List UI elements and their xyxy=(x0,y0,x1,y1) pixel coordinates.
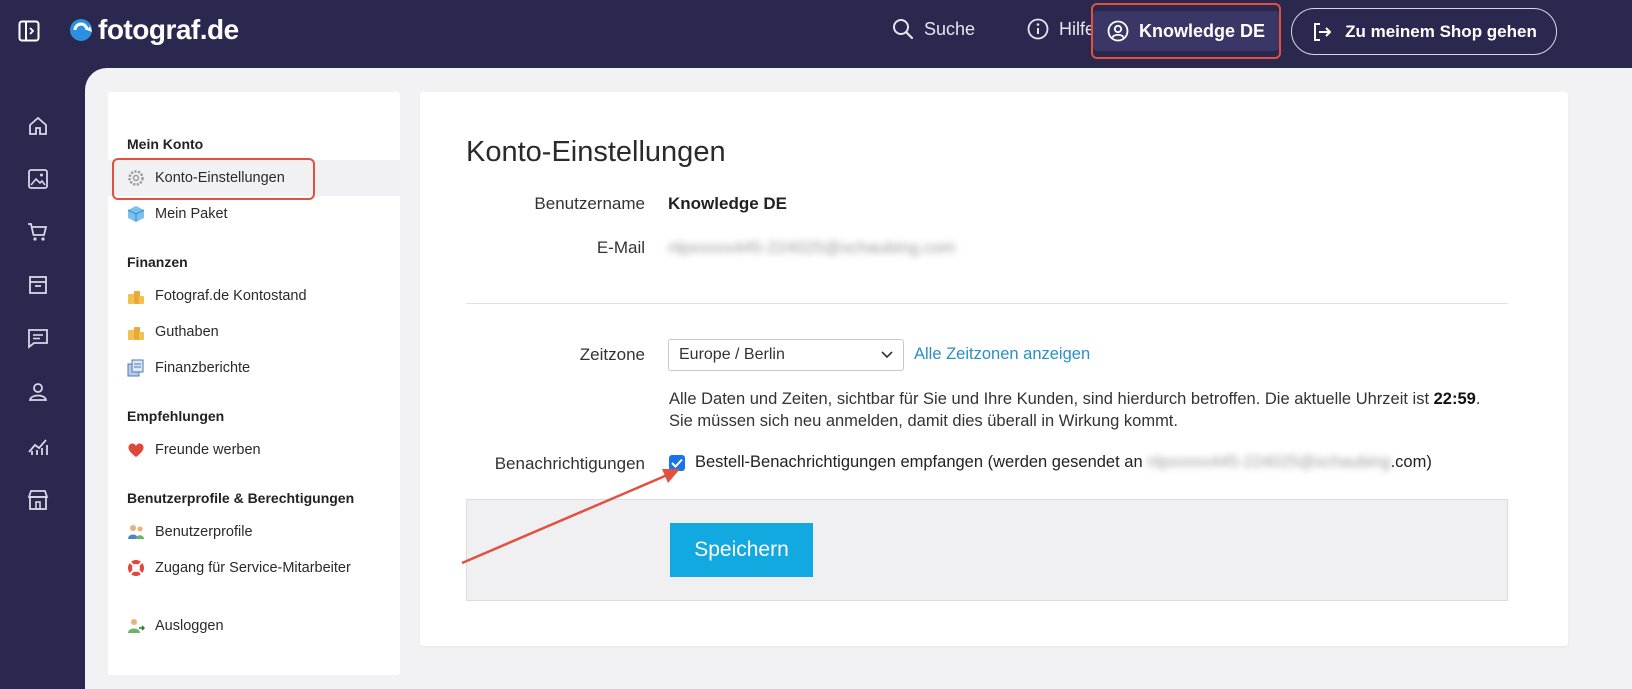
section-finanzen: Finanzen Fotograf.de Kontostand Guthaben xyxy=(108,254,400,386)
section-title: Mein Konto xyxy=(127,136,204,152)
divider xyxy=(466,303,1508,304)
help-button[interactable]: Hilfe xyxy=(1027,18,1095,40)
timezone-select-value: Europe / Berlin xyxy=(679,346,785,363)
timezone-select[interactable]: Europe / Berlin xyxy=(668,339,904,371)
person-icon[interactable] xyxy=(26,380,50,404)
sidebar-item-konto-einstellungen[interactable]: Konto-Einstellungen xyxy=(108,158,400,200)
sidebar-item-label: Finanzberichte xyxy=(155,360,251,376)
section-benutzerprofile: Benutzerprofile & Berechtigungen Benutze… xyxy=(108,490,400,586)
form-actions: Speichern xyxy=(466,499,1508,601)
search-icon xyxy=(893,19,914,40)
current-time: 22:59 xyxy=(1433,390,1476,408)
username-label: Benutzername xyxy=(534,194,645,213)
highlight-annotation xyxy=(112,158,315,200)
brand-name: fotograf.de xyxy=(98,14,239,45)
account-button[interactable]: Knowledge DE xyxy=(1091,3,1281,59)
store-icon[interactable] xyxy=(26,488,50,512)
analytics-icon[interactable] xyxy=(26,434,50,458)
cart-icon[interactable] xyxy=(26,220,50,244)
info-icon xyxy=(1027,18,1049,40)
coins-icon xyxy=(128,291,144,304)
chevron-down-icon xyxy=(881,351,893,359)
settings-sidebar: Mein Konto Konto-Einstellungen Mein Pake… xyxy=(108,92,400,675)
save-button[interactable]: Speichern xyxy=(670,523,813,577)
sidebar-item-label: Ausloggen xyxy=(155,618,224,634)
notifications-text: Bestell-Benachrichtigungen empfangen (we… xyxy=(695,453,1148,471)
sidebar-item-label: Freunde werben xyxy=(155,442,261,458)
shop-label: Zu meinem Shop gehen xyxy=(1345,21,1537,41)
exit-icon xyxy=(1314,22,1332,41)
sidebar-toggle-icon[interactable] xyxy=(18,20,40,42)
sidebar-item-guthaben[interactable]: Guthaben xyxy=(108,314,400,350)
page-title: Konto-Einstellungen xyxy=(466,136,726,168)
show-all-timezones-link[interactable]: Alle Zeitzonen anzeigen xyxy=(914,345,1090,364)
section-empfehlungen: Empfehlungen Freunde werben xyxy=(108,408,400,468)
account-label: Knowledge DE xyxy=(1139,20,1266,41)
notifications-text-suffix: .com) xyxy=(1390,453,1432,471)
checkmark-icon xyxy=(671,458,683,468)
order-notifications-checkbox[interactable] xyxy=(669,455,685,471)
fotograf-logo-icon xyxy=(70,19,92,41)
help-label: Hilfe xyxy=(1059,18,1096,39)
archive-icon[interactable] xyxy=(26,273,50,297)
documents-icon xyxy=(127,359,144,377)
go-to-shop-button[interactable]: Zu meinem Shop gehen xyxy=(1291,8,1557,55)
timezone-label: Zeitzone xyxy=(579,345,645,364)
heart-icon xyxy=(128,443,144,457)
sidebar-item-label: Zugang für Service-Mitarbeiter xyxy=(155,560,351,576)
image-icon[interactable] xyxy=(26,167,50,191)
logout-user-icon xyxy=(128,619,145,633)
brand-logo[interactable]: fotograf.de xyxy=(68,14,239,46)
sidebar-item-mein-paket[interactable]: Mein Paket xyxy=(108,196,400,232)
sidebar-item-kontostand[interactable]: Fotograf.de Kontostand xyxy=(108,278,400,314)
home-icon[interactable] xyxy=(26,114,50,138)
email-label: E-Mail xyxy=(596,238,645,257)
top-bar: fotograf.de Suche Hilfe Knowledge DE Zu … xyxy=(0,0,1632,62)
user-circle-icon xyxy=(1107,20,1129,42)
sidebar-item-label: Guthaben xyxy=(155,324,219,340)
package-icon xyxy=(127,206,145,222)
username-value: Knowledge DE xyxy=(668,194,788,213)
notifications-email: nlpxxxxx445-224025@schaubing xyxy=(1147,453,1391,471)
section-title: Benutzerprofile & Berechtigungen xyxy=(127,490,355,506)
sidebar-item-label: Fotograf.de Kontostand xyxy=(155,288,307,304)
timezone-note-suffix: . xyxy=(1475,390,1481,408)
account-settings-card: Konto-Einstellungen Benutzername Knowled… xyxy=(420,92,1568,646)
timezone-note-line2: Sie müssen sich neu anmelden, damit dies… xyxy=(669,412,1178,430)
order-notifications-label[interactable]: Bestell-Benachrichtigungen empfangen (we… xyxy=(695,453,1432,472)
timezone-note-text: Alle Daten und Zeiten, sichtbar für Sie … xyxy=(669,390,1434,408)
section-title: Finanzen xyxy=(127,254,188,270)
notifications-label: Benachrichtigungen xyxy=(494,454,645,473)
section-mein-konto: Mein Konto Konto-Einstellungen Mein Pake… xyxy=(108,136,400,232)
lifebuoy-icon xyxy=(128,560,144,576)
search-button[interactable]: Suche xyxy=(892,18,975,40)
icon-rail xyxy=(0,62,85,689)
sidebar-item-service-zugang[interactable]: Zugang für Service-Mitarbeiter xyxy=(108,550,400,586)
main-area: Mein Konto Konto-Einstellungen Mein Pake… xyxy=(85,68,1632,689)
sidebar-item-label: Benutzerprofile xyxy=(155,524,253,540)
section-title: Empfehlungen xyxy=(127,408,225,424)
sidebar-item-finanzberichte[interactable]: Finanzberichte xyxy=(108,350,400,386)
coins-icon xyxy=(128,327,144,340)
users-icon xyxy=(128,525,144,539)
timezone-note: Alle Daten und Zeiten, sichtbar für Sie … xyxy=(669,388,1519,432)
message-icon[interactable] xyxy=(26,326,50,350)
sidebar-item-logout[interactable]: Ausloggen xyxy=(108,608,400,644)
search-label: Suche xyxy=(924,18,976,39)
sidebar-item-label: Mein Paket xyxy=(155,206,228,222)
sidebar-item-benutzerprofile[interactable]: Benutzerprofile xyxy=(108,514,400,550)
email-value: nlpxxxxx445-224025@schaubing.com xyxy=(668,238,956,257)
sidebar-item-freunde-werben[interactable]: Freunde werben xyxy=(108,432,400,468)
